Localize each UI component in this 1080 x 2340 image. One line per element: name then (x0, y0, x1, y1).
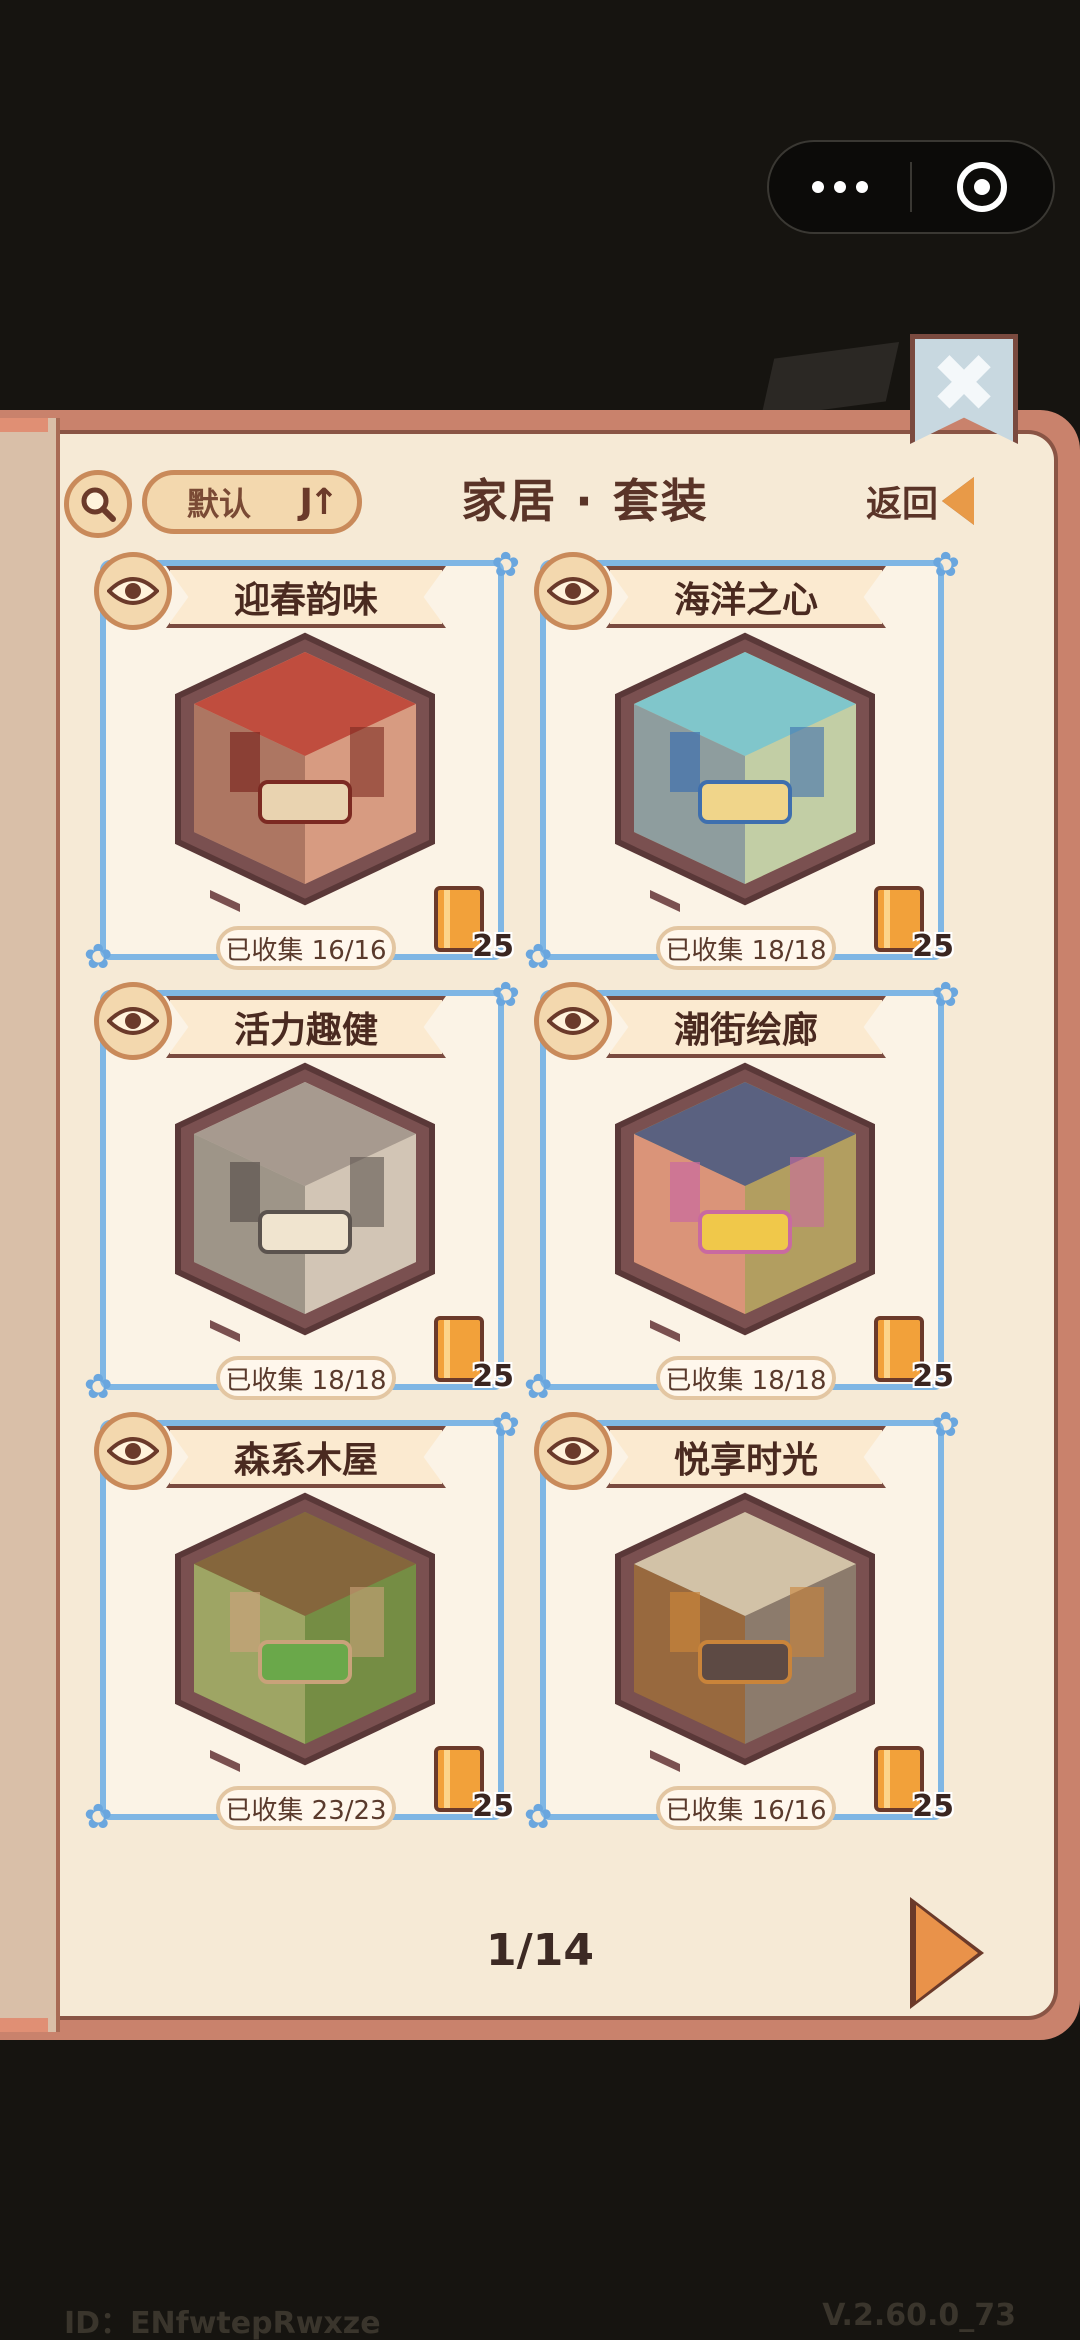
set-name: 潮街绘廊 (673, 1010, 818, 1051)
preview-eye-button[interactable] (94, 552, 172, 630)
preview-eye-button[interactable] (534, 1412, 612, 1490)
set-name-ribbon: 迎春韵味 (166, 566, 446, 628)
eye-icon (107, 1437, 159, 1465)
collection-progress: 已收集 18/18 (656, 1356, 836, 1400)
reward-amount: 25 (472, 1359, 514, 1394)
close-icon: ✖ (930, 337, 998, 430)
bow-decoration: ✿ (524, 937, 553, 977)
set-card[interactable]: ✿ ✿ 活力趣健 已收集 18/18 25 (84, 978, 520, 1404)
set-card[interactable]: ✿ ✿ 潮街绘廊 已收集 18/18 25 (524, 978, 960, 1404)
user-id: ID：ENfwtepRwxze (64, 2306, 381, 2340)
version-label: V.2.60.0_73 (822, 2298, 1016, 2333)
collection-progress: 已收集 18/18 (656, 926, 836, 970)
set-name-ribbon: 活力趣健 (166, 996, 446, 1058)
collection-progress: 已收集 23/23 (216, 1786, 396, 1830)
reward-amount: 25 (912, 1789, 954, 1824)
collection-progress: 已收集 18/18 (216, 1356, 396, 1400)
back-arrow-icon (942, 477, 975, 525)
slipper-decoration (760, 341, 900, 419)
preview-eye-button[interactable] (94, 1412, 172, 1490)
set-card[interactable]: ✿ ✿ 迎春韵味 已收集 16/16 25 (84, 548, 520, 974)
reward-badge: 25 (434, 886, 514, 966)
eye-icon (547, 1437, 599, 1465)
preview-eye-button[interactable] (94, 982, 172, 1060)
reward-badge: 25 (434, 1316, 514, 1396)
set-name-ribbon: 悦享时光 (606, 1426, 886, 1488)
bow-decoration: ✿ (931, 1405, 961, 1445)
search-icon (81, 487, 116, 522)
eye-icon (107, 1007, 159, 1035)
set-name-ribbon: 森系木屋 (166, 1426, 446, 1488)
preview-eye-button[interactable] (534, 552, 612, 630)
bow-decoration: ✿ (491, 975, 521, 1015)
bow-decoration: ✿ (84, 1367, 113, 1407)
bow-decoration: ✿ (524, 1367, 553, 1407)
bow-decoration: ✿ (491, 1405, 521, 1445)
room-illustration (175, 1062, 435, 1342)
room-illustration (615, 1492, 875, 1772)
room-illustration (175, 1492, 435, 1772)
bow-decoration: ✿ (84, 1797, 113, 1837)
sort-button[interactable]: 默认 J↑ (142, 470, 362, 534)
eye-icon (107, 577, 159, 605)
search-button[interactable] (64, 470, 132, 538)
back-button[interactable]: 返回 (866, 475, 975, 527)
reward-amount: 25 (472, 929, 514, 964)
sort-label: 默认 (187, 485, 252, 523)
reward-badge: 25 (874, 886, 954, 966)
set-card[interactable]: ✿ ✿ 海洋之心 已收集 18/18 25 (524, 548, 960, 974)
set-name: 迎春韵味 (233, 580, 378, 621)
next-page-button[interactable] (916, 1905, 978, 2001)
room-illustration (175, 632, 435, 912)
bow-decoration: ✿ (491, 545, 521, 585)
set-name-ribbon: 潮街绘廊 (606, 996, 886, 1058)
bow-decoration: ✿ (931, 545, 961, 585)
set-name-ribbon: 海洋之心 (606, 566, 886, 628)
miniprogram-capsule (767, 140, 1055, 234)
more-dots-icon[interactable] (769, 181, 910, 193)
reward-amount: 25 (912, 1359, 954, 1394)
reward-badge: 25 (874, 1746, 954, 1826)
set-name: 活力趣健 (233, 1010, 378, 1051)
set-card[interactable]: ✿ ✿ 森系木屋 已收集 23/23 25 (84, 1408, 520, 1834)
reward-amount: 25 (912, 929, 954, 964)
reward-badge: 25 (874, 1316, 954, 1396)
set-card[interactable]: ✿ ✿ 悦享时光 已收集 16/16 25 (524, 1408, 960, 1834)
page-indicator: 1/14 (486, 1925, 594, 1976)
room-illustration (615, 632, 875, 912)
eye-icon (547, 577, 599, 605)
set-name: 悦享时光 (673, 1440, 818, 1481)
eye-icon (547, 1007, 599, 1035)
collection-progress: 已收集 16/16 (216, 926, 396, 970)
sort-icon: J↑ (299, 481, 339, 523)
book-spine (0, 418, 60, 2032)
bow-decoration: ✿ (931, 975, 961, 1015)
bow-decoration: ✿ (524, 1797, 553, 1837)
reward-amount: 25 (472, 1789, 514, 1824)
set-name: 森系木屋 (233, 1440, 378, 1481)
room-illustration (615, 1062, 875, 1342)
reward-badge: 25 (434, 1746, 514, 1826)
set-name: 海洋之心 (673, 580, 818, 621)
page-title: 家居 · 套装 (461, 474, 709, 528)
bow-decoration: ✿ (84, 937, 113, 977)
preview-eye-button[interactable] (534, 982, 612, 1060)
collection-progress: 已收集 16/16 (656, 1786, 836, 1830)
back-label: 返回 (866, 484, 939, 525)
target-icon[interactable] (912, 162, 1053, 212)
